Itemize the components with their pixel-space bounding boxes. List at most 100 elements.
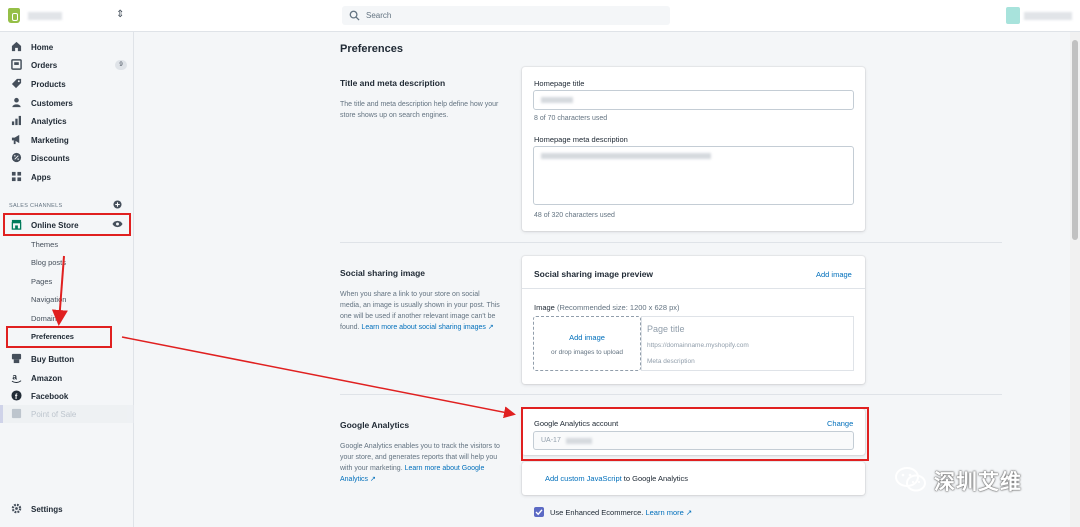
sidebar-item-point-of-sale[interactable]: Point of Sale [0,405,134,423]
sidebar-item-label: Settings [31,505,63,514]
sidebar-item-customers[interactable]: Customers [0,94,134,112]
sidebar-subitem-label: Navigation [31,295,67,304]
sidebar-subitem-label: Themes [31,240,59,249]
orders-count-badge: 9 [115,60,127,70]
sidebar-item-orders[interactable]: Orders 9 [0,56,134,74]
annotation-box-online-store [3,213,131,236]
sidebar-item-blog-posts[interactable]: Blog posts [0,253,134,271]
sidebar-item-discounts[interactable]: Discounts [0,149,134,167]
title-meta-heading: Title and meta description [340,78,446,88]
sidebar-item-analytics[interactable]: Analytics [0,112,134,130]
facebook-icon: f [11,390,22,401]
section-divider [340,394,1002,395]
bar-chart-icon [11,115,21,126]
search-input[interactable]: Search [342,6,670,25]
sidebar-item-facebook[interactable]: f Facebook [0,387,134,405]
sidebar-item-settings[interactable]: Settings [0,500,134,518]
add-channel-plus-icon[interactable] [113,200,122,209]
title-meta-description: The title and meta description help defi… [340,101,499,119]
svg-text:a: a [12,372,17,381]
store-switcher-chevron-icon[interactable]: ⇕ [116,9,124,21]
sidebar-item-label: Marketing [31,136,69,145]
add-image-link[interactable]: Add image [816,270,852,279]
custom-js-text: Add custom JavaScript to Google Analytic… [545,474,688,483]
sidebar-item-navigation[interactable]: Navigation [0,290,134,308]
external-link-icon: ↗ [485,324,494,331]
image-dropzone[interactable]: Add image or drop images to upload [533,316,641,371]
sidebar-item-label: Analytics [31,117,67,126]
checkmark-icon [535,509,543,516]
meta-description-textarea[interactable] [533,146,854,205]
search-icon [349,10,360,21]
sidebar-item-buy-button[interactable]: Buy Button [0,350,134,368]
sidebar-item-label: Customers [31,99,73,108]
preview-url: https://domainname.myshopify.com [647,342,749,349]
home-icon [11,41,22,52]
homepage-title-value-blurred [541,97,573,103]
user-name-blurred[interactable] [1024,12,1072,20]
amazon-icon: a [11,372,22,383]
search-placeholder: Search [366,11,392,20]
watermark-text: 深圳艾维 [934,471,1022,494]
sidebar-item-label: Home [31,43,54,52]
apps-grid-icon [11,171,22,182]
image-label: Image (Recommended size: 1200 x 628 px) [534,303,680,312]
add-custom-javascript-link[interactable]: Add custom JavaScript [545,474,622,483]
sidebar-subitem-label: Pages [31,277,53,286]
upload-add-image-button[interactable]: Add image [534,333,640,342]
google-analytics-heading: Google Analytics [340,420,410,430]
sidebar-item-apps[interactable]: Apps [0,168,134,186]
enhanced-learn-more-link[interactable]: Learn more [645,508,683,517]
enhanced-ecommerce-checkbox[interactable] [534,507,544,517]
sidebar-item-themes[interactable]: Themes [0,235,134,253]
homepage-title-label: Homepage title [534,79,585,88]
avatar[interactable] [1006,7,1020,24]
sidebar-item-home[interactable]: Home [0,38,134,56]
wechat-icon [895,467,926,492]
custom-js-card: Add custom JavaScript to Google Analytic… [522,462,865,495]
buy-button-icon [11,353,22,364]
sidebar-item-label: Products [31,80,66,89]
meta-char-count: 48 of 320 characters used [534,212,615,219]
social-preview-box: Page title https://domainname.myshopify.… [641,316,854,371]
social-image-description: When you share a link to your store on s… [340,289,500,333]
sidebar-subitem-label: Domains [31,314,61,323]
social-preview-title: Social sharing image preview [534,269,654,279]
sidebar-item-products[interactable]: Products [0,75,134,93]
enhanced-ecommerce-label: Use Enhanced Ecommerce. Learn more ↗ [550,508,693,517]
sidebar-item-amazon[interactable]: a Amazon [0,369,134,387]
sidebar-item-pages[interactable]: Pages [0,272,134,290]
sidebar-item-label: Discounts [31,154,70,163]
sales-channels-heading: SALES CHANNELS [9,203,63,209]
preview-page-title: Page title [647,324,685,334]
scrollbar-thumb[interactable] [1072,40,1078,240]
sidebar-item-domains[interactable]: Domains [0,309,134,327]
social-image-heading: Social sharing image [340,268,426,278]
homepage-title-input[interactable] [533,90,854,110]
card-divider [522,288,865,289]
social-learn-more-link[interactable]: Learn more about social sharing images [361,324,486,331]
sidebar-subitem-label: Blog posts [31,258,67,267]
annotation-box-preferences [6,326,112,348]
preview-meta-description: Meta description [647,358,695,365]
title-char-count: 8 of 70 characters used [534,115,608,122]
tag-icon [11,78,22,89]
sidebar-item-marketing[interactable]: Marketing [0,131,134,149]
shopify-logo-icon[interactable] [8,8,20,23]
wechat-watermark: 深圳艾维 [890,460,1055,500]
sidebar-item-label: Facebook [31,392,69,401]
upload-drop-hint: or drop images to upload [551,349,623,356]
page-title: Preferences [340,43,403,55]
external-link-icon: ↗ [368,476,376,483]
person-icon [12,97,21,108]
store-name-blurred[interactable] [28,12,62,20]
sidebar-item-label: Amazon [31,374,63,383]
meta-description-label: Homepage meta description [534,135,628,144]
sidebar-item-label: Orders [31,61,58,70]
sidebar-item-label: Point of Sale [31,410,77,419]
orders-icon [11,59,22,70]
meta-description-value-blurred [541,153,711,159]
sidebar-item-label: Apps [31,173,51,182]
sidebar-item-label: Buy Button [31,355,75,364]
social-preview-card: Social sharing image preview Add image I… [522,256,865,384]
